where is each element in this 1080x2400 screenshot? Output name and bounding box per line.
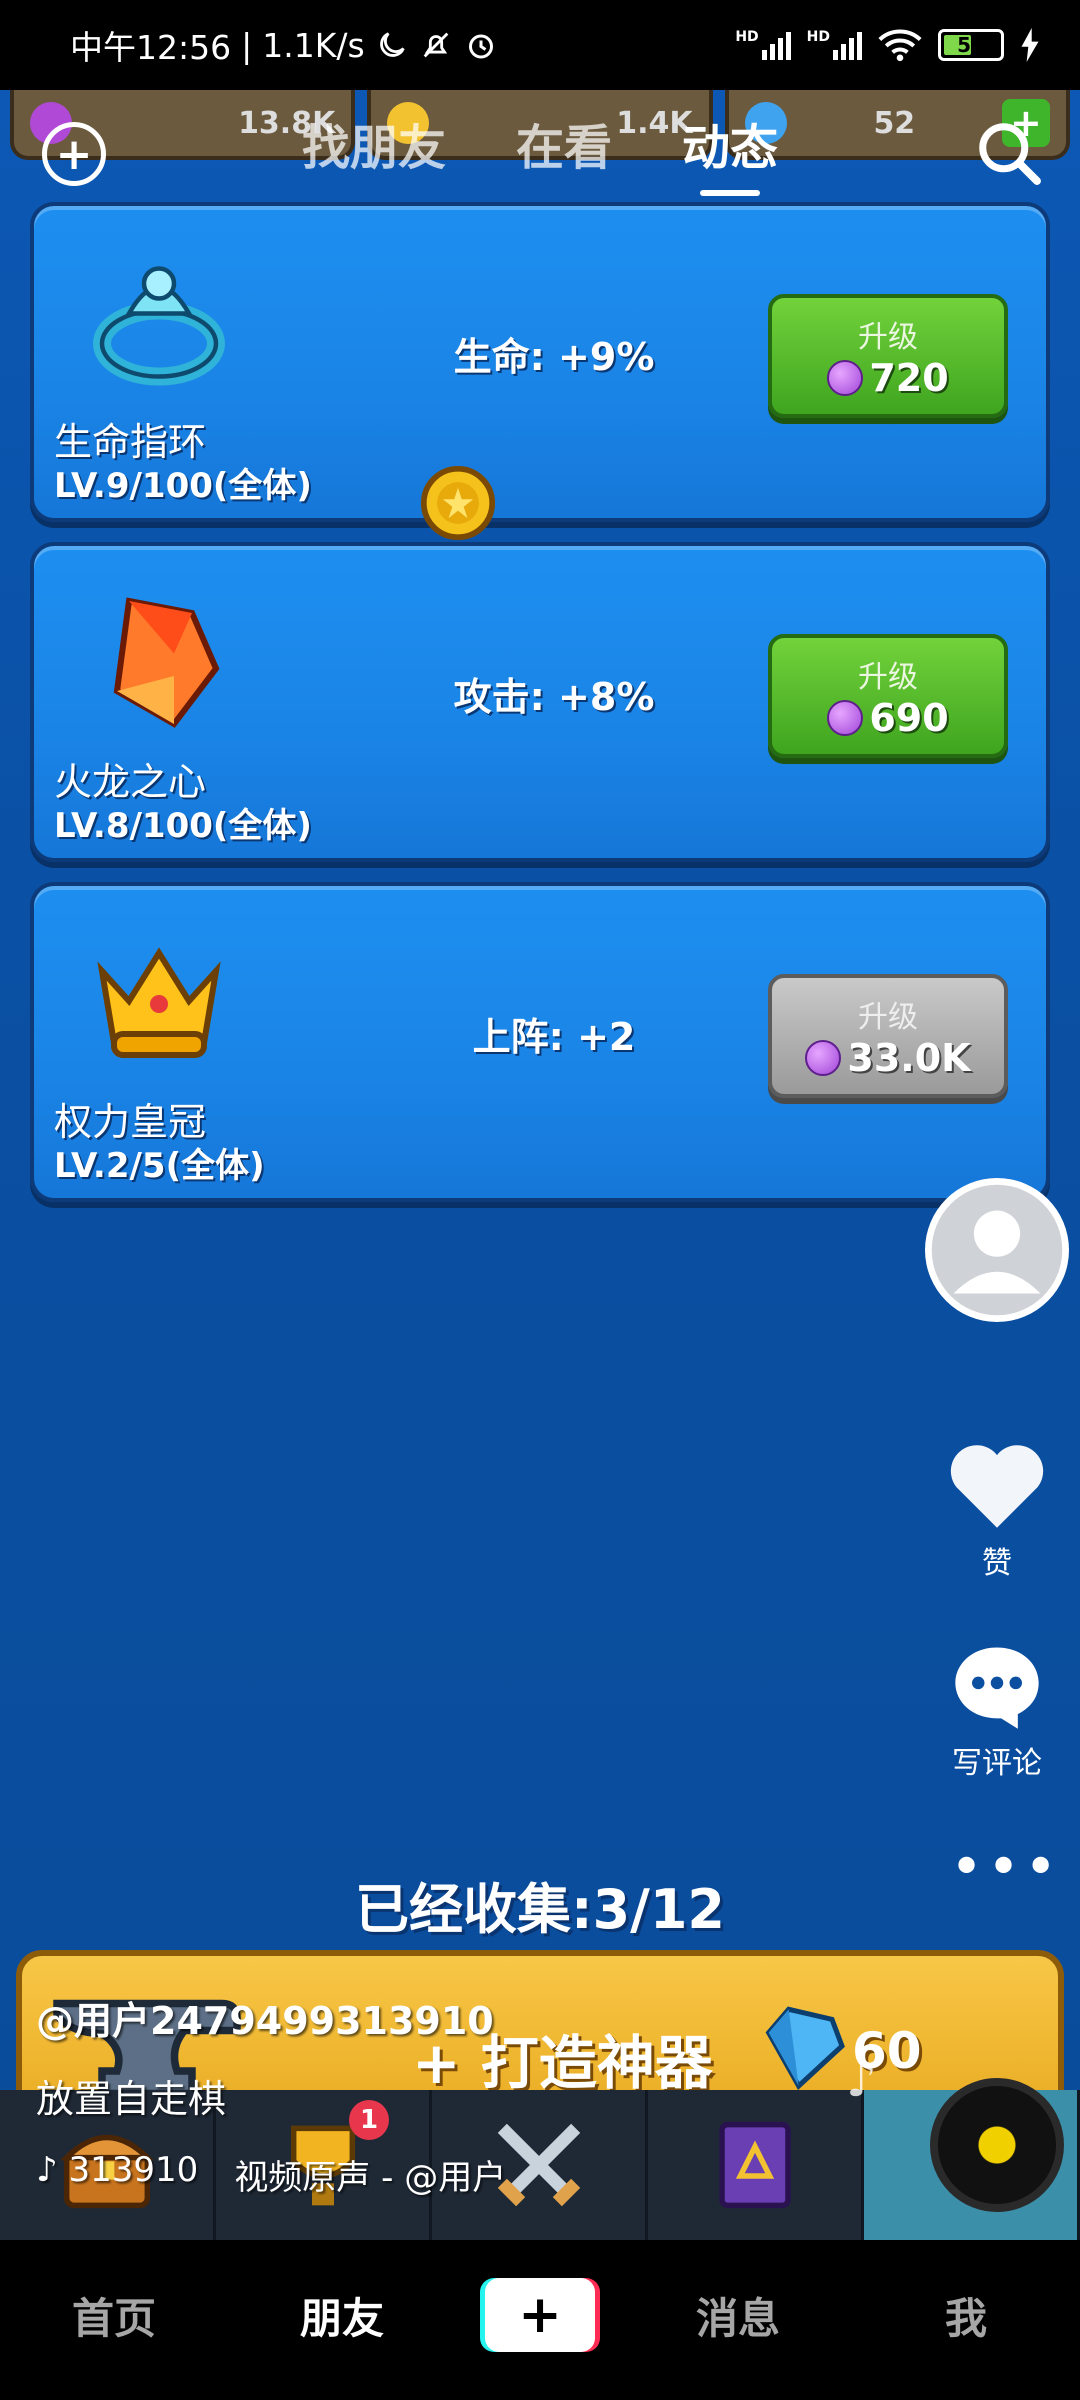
plus-icon: + (518, 2285, 562, 2345)
collection-progress: 已经收集:3/12 (354, 1878, 726, 1941)
comment-label: 写评论 (952, 1746, 1042, 1781)
comment-bubble-icon[interactable] (947, 1638, 1047, 1732)
battery-icon: 51 (938, 29, 1004, 61)
status-divider: | (241, 25, 253, 65)
signal-icon-2: HD (807, 30, 862, 60)
upgrade-button-power-crown: 升级 33.0K (768, 974, 1008, 1098)
crown-icon (97, 947, 221, 1058)
nav-me[interactable]: 我 (881, 2285, 1051, 2346)
nav-friends[interactable]: 朋友 (257, 2285, 427, 2346)
creator-avatar[interactable] (925, 1178, 1069, 1322)
ring-icon (93, 266, 225, 386)
purple-gem-icon (805, 1040, 842, 1076)
video-content[interactable]: 13.8K 1.4K 52 + 生命指环 LV.9/100(全体) 生命: +9… (0, 90, 1080, 2240)
nav-home[interactable]: 首页 (29, 2285, 199, 2346)
heart-icon[interactable] (945, 1438, 1049, 1532)
like-action[interactable]: 赞 (930, 1438, 1064, 1582)
like-count: ♪ 313910 (36, 2150, 199, 2190)
purple-gem-icon (827, 700, 864, 736)
spell-book-icon (718, 2121, 791, 2209)
more-options-icon[interactable]: ••• (950, 1840, 1061, 1896)
artifact-card-power-crown: 权力皇冠 LV.2/5(全体) 上阵: +2 升级 33.0K (30, 882, 1050, 1202)
artifact-card-life-ring: 生命指环 LV.9/100(全体) 生命: +9% 升级 720 (30, 202, 1050, 522)
top-navigation: + 找朋友 在看 动态 (0, 90, 1080, 210)
status-bar: 中午12:56 | 1.1K/s HD HD 51 (0, 0, 1080, 90)
create-button[interactable]: + (485, 2278, 595, 2352)
tab-watching[interactable]: 在看 (516, 108, 612, 192)
notification-badge: 1 (349, 2100, 389, 2140)
music-disc-icon[interactable] (930, 2078, 1064, 2212)
mute-bell-icon (423, 32, 449, 58)
post-caption: 放置自走棋 (36, 2077, 227, 2121)
add-friend-button[interactable]: + (42, 122, 106, 186)
upgrade-button-dragon-heart: 升级 690 (768, 634, 1008, 758)
post-author[interactable]: @用户2479499313910 (36, 1990, 494, 2045)
moon-icon (379, 32, 405, 57)
network-speed: 1.1K/s (262, 25, 365, 65)
sound-title[interactable]: 视频原声 - @用户 (234, 2150, 506, 2199)
search-icon[interactable] (974, 118, 1044, 188)
purple-gem-icon (827, 360, 864, 396)
tab-feed[interactable]: 动态 (682, 108, 778, 192)
upgrade-button-life-ring: 升级 720 (768, 294, 1008, 418)
like-label: 赞 (982, 1546, 1012, 1581)
nav-messages[interactable]: 消息 (653, 2285, 823, 2346)
tray-book (648, 2090, 864, 2240)
alarm-icon (468, 34, 493, 59)
signal-icon: HD (735, 30, 791, 60)
status-time: 中午12:56 (70, 28, 232, 67)
post-meta: ♪ 313910 视频原声 - @用户 (36, 2150, 506, 2199)
charging-icon (1021, 28, 1039, 62)
wifi-icon (878, 29, 922, 62)
gold-coin-icon (420, 465, 496, 541)
dragon-heart-icon (113, 597, 220, 728)
comment-action[interactable]: 写评论 (930, 1638, 1064, 1782)
music-note-icon: ♪ (846, 2052, 877, 2108)
artifact-card-dragon-heart: 火龙之心 LV.8/100(全体) 攻击: +8% 升级 690 (30, 542, 1050, 862)
bottom-navigation: 首页 朋友 + 消息 我 (0, 2240, 1080, 2400)
diamond-icon (765, 2006, 845, 2090)
tab-find-friends[interactable]: 找朋友 (302, 108, 446, 192)
avatar-placeholder-icon (931, 1184, 1063, 1316)
